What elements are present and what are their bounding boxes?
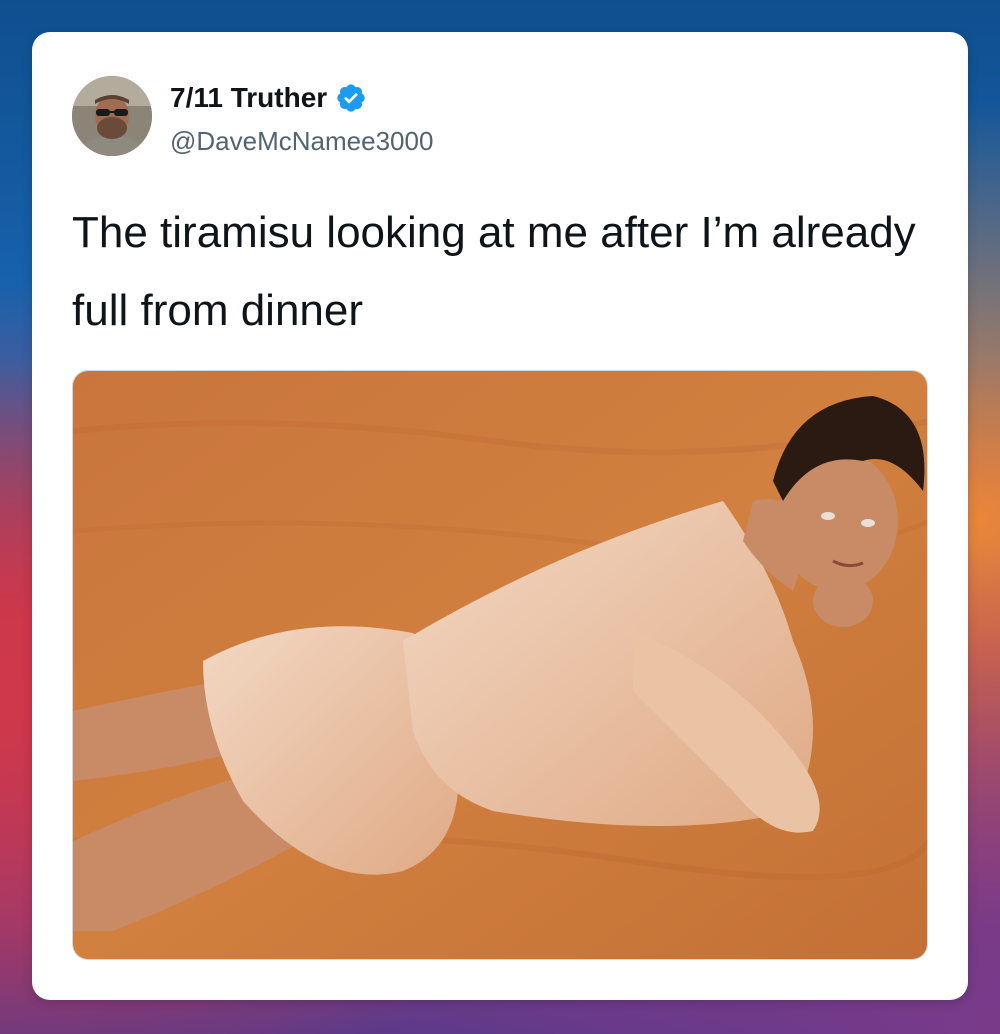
- avatar-photo: [72, 76, 152, 156]
- tweet-card: 7/11 Truther @DaveMcNamee3000 The tirami…: [32, 32, 968, 1000]
- avatar[interactable]: [72, 76, 152, 156]
- verified-badge-icon: [337, 84, 365, 112]
- author-name-row: 7/11 Truther: [170, 80, 367, 116]
- display-name[interactable]: 7/11 Truther: [170, 82, 327, 114]
- tweet-text: The tiramisu looking at me after I’m alr…: [72, 208, 916, 335]
- handle[interactable]: @DaveMcNamee3000: [170, 126, 433, 157]
- tweet-media-image[interactable]: [72, 370, 928, 960]
- media-photo: [73, 371, 927, 959]
